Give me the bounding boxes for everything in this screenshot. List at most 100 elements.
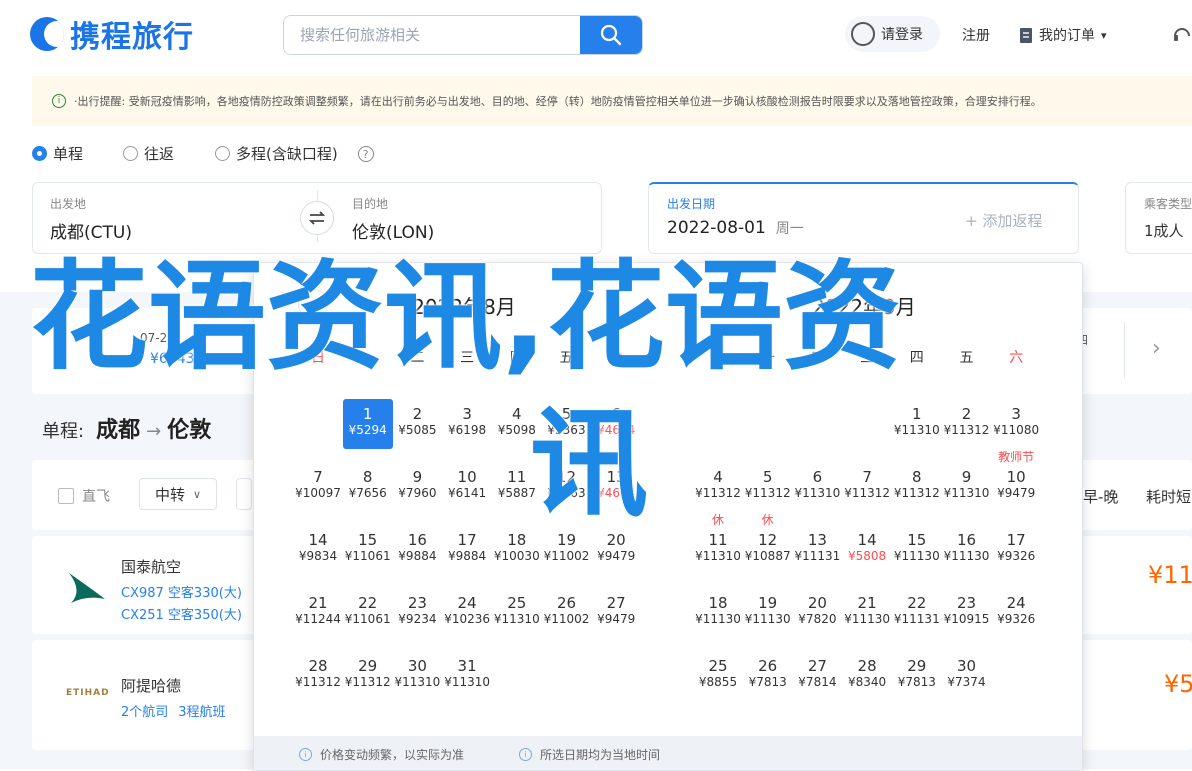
day-number: 21 (308, 594, 328, 612)
time-note: i 所选日期均为当地时间 (519, 746, 660, 763)
login-button[interactable]: 请登录 (845, 16, 940, 52)
calendar-day[interactable]: 30 ¥7374 (942, 651, 992, 701)
route-from: 成都 (96, 418, 141, 443)
day-number: 3 (462, 405, 472, 423)
day-number: 12 (758, 531, 778, 549)
day-price: ¥7374 (947, 675, 986, 689)
date-label: 出发日期 (667, 197, 716, 211)
day-number: 15 (358, 531, 378, 549)
flight-detail[interactable]: CX987 空客330(大) (121, 582, 242, 601)
day-number: 19 (556, 531, 577, 549)
search-icon (600, 24, 622, 46)
day-number: 2 (961, 405, 972, 423)
day-number: 20 (606, 531, 626, 549)
weekday-label: 周一 (775, 221, 804, 237)
cathay-logo-icon (69, 573, 105, 603)
day-number: 11 (708, 531, 728, 549)
filter-dropdown[interactable] (236, 478, 252, 510)
order-document-icon (1020, 27, 1032, 43)
register-link[interactable]: 注册 (962, 25, 990, 45)
search-button[interactable] (580, 16, 642, 54)
my-orders-label: 我的订单 (1039, 28, 1095, 44)
my-orders-menu[interactable]: 我的订单 ▾ (1019, 25, 1107, 45)
calendar-day[interactable]: 27 ¥9479 (591, 588, 641, 638)
calendar-footer: i 价格变动频繁，以实际为准 i 所选日期均为当地时间 (254, 736, 1082, 770)
notice-text: ·出行提醒: 受新冠疫情影响，各地疫情防控政策调整频繁，请在出行前务必与出发地、… (74, 95, 1042, 108)
transfer-dropdown[interactable]: 中转 ∨ (139, 478, 217, 510)
airline-count: 2个航司 (121, 705, 169, 720)
day-number: 1 (912, 405, 922, 423)
sort-time-button[interactable]: 早-晚 (1083, 486, 1118, 507)
day-number: 25 (708, 657, 728, 675)
passenger-content: 乘客类型 1成人 (1144, 195, 1192, 241)
flight-detail[interactable]: 2个航司 3程航班 (121, 701, 226, 720)
add-return-button[interactable]: + 添加返程 (965, 210, 1042, 231)
next-dates-icon[interactable]: › (1152, 336, 1161, 361)
user-avatar-icon (851, 22, 875, 46)
flight-price: ¥5 (1164, 670, 1192, 698)
day-number: 30 (956, 657, 977, 675)
to-field[interactable]: 目的地 伦敦(LON) (352, 195, 434, 243)
direct-filter[interactable]: 直飞 (58, 486, 110, 506)
day-number: 8 (912, 468, 922, 486)
day-number: 19 (758, 594, 778, 612)
route-prefix: 单程: (42, 421, 85, 442)
day-number: 20 (807, 594, 827, 612)
airline-name: 阿提哈德 (121, 677, 182, 695)
weekday-header: 六 (1009, 350, 1024, 366)
day-number: 6 (812, 468, 823, 486)
chevron-down-icon: ▾ (1101, 28, 1107, 42)
trip-type-oneway[interactable]: 单程 (32, 143, 83, 164)
search-bar (283, 15, 643, 55)
day-number: 10 (1006, 468, 1026, 486)
passenger-value: 1成人 (1144, 222, 1184, 240)
dolphin-logo-icon (30, 17, 64, 51)
sort-duration-button[interactable]: 耗时短 (1146, 486, 1191, 507)
transfer-label: 中转 (154, 485, 185, 504)
from-value: 成都(CTU) (50, 223, 132, 243)
price-note-text: 价格变动频繁，以实际为准 (320, 748, 465, 762)
day-price: ¥9479 (597, 549, 636, 563)
direct-label: 直飞 (82, 489, 110, 505)
radio-selected-icon (32, 146, 47, 161)
from-field[interactable]: 出发地 成都(CTU) (50, 195, 132, 243)
search-input[interactable] (284, 16, 580, 54)
date-field-content: 出发日期 2022-08-01 周一 (667, 195, 804, 238)
day-number: 14 (308, 531, 328, 549)
swap-arrows-icon (308, 211, 326, 225)
help-icon[interactable]: ? (357, 145, 374, 162)
info-icon: i (519, 748, 532, 761)
trip-type-multicity[interactable]: 多程(含缺口程) ? (215, 143, 374, 164)
calendar-day[interactable]: 31 ¥11310 (442, 651, 492, 701)
logo-text: 携程旅行 (70, 20, 194, 55)
chevron-down-icon: ∨ (192, 487, 202, 501)
flight-detail[interactable]: CX251 空客350(大) (121, 604, 242, 623)
divider (1124, 322, 1125, 378)
day-number: 29 (907, 657, 927, 675)
travel-notice-bar: i ·出行提醒: 受新冠疫情影响，各地疫情防控政策调整频繁，请在出行前务必与出发… (32, 76, 1192, 126)
day-number: 14 (857, 531, 877, 549)
login-label: 请登录 (881, 27, 923, 43)
trip-type-roundtrip[interactable]: 往返 (123, 143, 174, 164)
swap-button[interactable] (300, 201, 334, 235)
weekday-header: 五 (959, 350, 974, 366)
calendar-day[interactable]: 3 ¥11080 (991, 399, 1041, 449)
day-price: ¥9479 (997, 486, 1036, 500)
ctrip-logo[interactable]: 携程旅行 (30, 12, 194, 56)
price-note: i 价格变动频繁，以实际为准 (299, 746, 464, 763)
day-number: 24 (457, 594, 477, 612)
route-summary: 单程: 成都 → 伦敦 (42, 412, 211, 444)
day-number: 27 (606, 594, 626, 612)
segment-count: 3程航班 (178, 705, 226, 720)
checkbox-icon (58, 488, 74, 504)
calendar-day[interactable]: 17 ¥9326 (991, 525, 1041, 575)
day-number: 8 (362, 468, 373, 486)
watermark-text-line2: 讯 (530, 395, 649, 533)
trip-type-label: 往返 (144, 145, 175, 163)
day-number: 3 (1011, 405, 1021, 423)
day-number: 24 (1006, 594, 1026, 612)
day-number: 21 (857, 594, 877, 612)
calendar-day[interactable]: 24 ¥9326 (991, 588, 1041, 638)
headset-icon[interactable] (1172, 24, 1192, 44)
calendar-day[interactable]: 教师节 10 ¥9479 (991, 450, 1041, 512)
